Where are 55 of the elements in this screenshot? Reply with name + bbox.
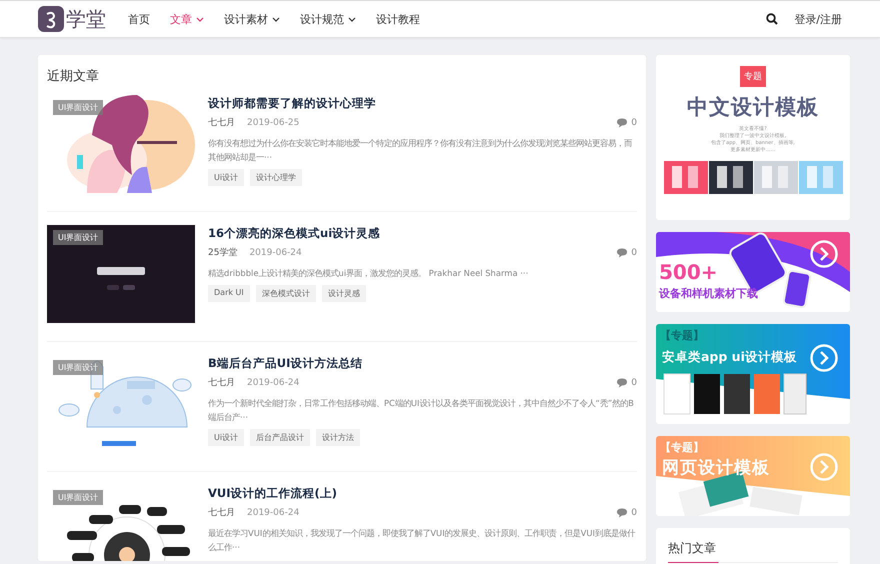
nav-link[interactable]: 设计规范	[300, 8, 356, 30]
widget-title: 热门文章	[668, 540, 838, 563]
comment-icon	[616, 508, 628, 518]
comment-icon	[616, 378, 628, 388]
nav-link[interactable]: 设计素材	[224, 8, 280, 30]
author-name[interactable]: 七七月	[208, 376, 235, 389]
nav-link[interactable]: 设计教程	[376, 8, 420, 30]
banner-label: 【专题】	[660, 440, 704, 455]
arrow-circle-icon	[810, 240, 838, 268]
article-title[interactable]: B端后台产品UI设计方法总结	[208, 356, 637, 371]
article-excerpt: 你有没有想过为什么你在安装它时本能地爱一个特定的应用程序？你有没有注意到为什么你发现浏览某些网站更容易，而其他网站却是一···	[208, 137, 633, 164]
comment-count: 0	[631, 508, 637, 518]
comment-count: 0	[631, 118, 637, 128]
search-icon[interactable]	[766, 13, 778, 25]
banner-title: 网页设计模板	[662, 457, 770, 479]
author-name[interactable]: 25学堂	[208, 246, 238, 259]
tag-chip[interactable]: 设计方法	[316, 429, 360, 446]
logo-text[interactable]: 学堂	[66, 6, 106, 32]
nav-link[interactable]: 首页	[128, 8, 150, 30]
author-name[interactable]: 七七月	[208, 116, 235, 129]
post-date: 2019-06-24	[247, 378, 300, 388]
article-title[interactable]: 设计师都需要了解的设计心理学	[208, 96, 637, 111]
comment-icon	[616, 248, 628, 258]
tag-chip[interactable]: Ui设计	[208, 169, 244, 186]
author-name[interactable]: 七七月	[208, 506, 235, 519]
banner-title: 安卓类app ui设计模板	[662, 349, 797, 366]
post-date: 2019-06-24	[247, 508, 300, 518]
comment-count: 0	[631, 378, 637, 388]
article-excerpt: 作为一个新时代全能打杂，日常工作包括移动端、PC端的UI设计以及各类平面视觉设计，其中自然少不了令人“秃”然的B端后台产···	[208, 397, 635, 424]
nav-link[interactable]: 文章	[170, 8, 204, 30]
banner-label: 【专题】	[660, 328, 704, 343]
tag-chip[interactable]: Dark UI	[208, 285, 250, 302]
tag-chip[interactable]: 设计灵感	[322, 285, 366, 302]
post-date: 2019-06-24	[249, 248, 302, 258]
logo-icon	[38, 6, 64, 32]
article-title[interactable]: VUI设计的工作流程(上)	[208, 486, 637, 501]
tag-chip[interactable]: 深色模式设计	[256, 285, 316, 302]
article-title[interactable]: 16个漂亮的深色模式ui设计灵感	[208, 226, 637, 241]
comment-count: 0	[631, 248, 637, 258]
banner-title: 中文设计模板	[687, 94, 819, 121]
article-excerpt: 精选dribbble上设计精美的深色模式ui界面，激发您的灵感。 Prakhar Neel Sharma ···	[208, 267, 530, 280]
banner-title: 设备和样机素材下载	[659, 286, 758, 301]
section-title: 近期文章	[47, 68, 100, 85]
tag-chip[interactable]: 后台产品设计	[250, 429, 310, 446]
arrow-circle-icon	[810, 453, 838, 481]
article-excerpt: 最近在学习VUI的相关知识，我发现了一个问题，即使我了解了VUI的发展史、设计原则、工作职责，但是VUI到底是做什么工作···	[208, 527, 636, 554]
category-badge[interactable]: UI界面设计	[53, 230, 104, 245]
arrow-circle-icon	[810, 344, 838, 372]
banner-headline: 500+	[659, 260, 718, 284]
login-link[interactable]: 登录/注册	[794, 12, 842, 26]
tag-chip[interactable]: Ui设计	[208, 429, 244, 446]
post-date: 2019-06-25	[247, 118, 300, 128]
tag-chip[interactable]: 设计心理学	[250, 169, 302, 186]
badge: 专题	[740, 66, 766, 87]
comment-icon	[616, 118, 628, 128]
